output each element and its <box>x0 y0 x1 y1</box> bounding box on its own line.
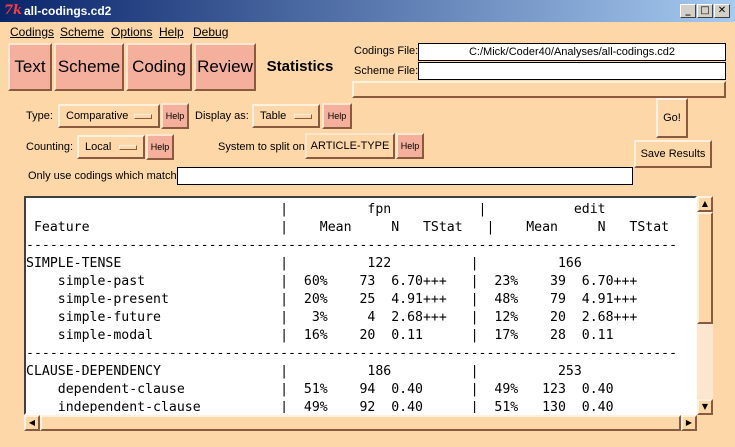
table-row: independent-clause | 49% 92 0.40 | 51% 1… <box>26 400 646 415</box>
type-select[interactable]: Comparative <box>58 104 160 128</box>
table-row: simple-present | 20% 25 4.91+++ | 48% 79… <box>26 292 646 307</box>
vertical-scroll-thumb[interactable] <box>697 212 713 324</box>
display-help-button[interactable]: Help <box>322 103 352 129</box>
counting-value: Local <box>85 141 112 153</box>
vertical-scrollbar[interactable]: ▲ ▼ <box>697 196 713 415</box>
section-total-row: CLAUSE-DEPENDENCY | 186 | 253 <box>26 364 582 379</box>
section-total-row: SIMPLE-TENSE | 122 | 166 <box>26 256 582 271</box>
select-indicator-icon <box>119 145 137 150</box>
header-separator: ----------------------------------------… <box>26 238 678 253</box>
close-button[interactable]: ✕ <box>714 4 730 18</box>
tab-review[interactable]: Review <box>194 43 256 91</box>
menu-debug[interactable]: Debug <box>193 25 228 39</box>
type-label: Type: <box>26 110 53 122</box>
match-filter-input[interactable] <box>177 167 633 185</box>
table-row: simple-future | 3% 4 2.68+++ | 12% 20 2.… <box>26 310 646 325</box>
section-separator: ----------------------------------------… <box>26 346 678 361</box>
group-header-row: | fpn | edit <box>26 202 693 217</box>
window-title: all-codings.cd2 <box>24 4 112 18</box>
tab-text[interactable]: Text <box>8 43 52 91</box>
table-row: dependent-clause | 51% 94 0.40 | 49% 123… <box>26 382 646 397</box>
horizontal-scrollbar[interactable]: ◀ ▶ <box>24 415 697 431</box>
counting-label: Counting: <box>26 141 74 153</box>
scroll-down-button[interactable]: ▼ <box>697 399 713 415</box>
display-as-select[interactable]: Table <box>252 104 320 128</box>
table-row: simple-modal | 16% 20 0.11 | 17% 28 0.11 <box>26 328 646 343</box>
menu-options[interactable]: Options <box>111 25 152 39</box>
scheme-file-field[interactable] <box>418 62 726 80</box>
tab-statistics[interactable]: Statistics <box>258 43 342 91</box>
split-on-label: System to split on: <box>218 141 308 153</box>
horizontal-scroll-thumb[interactable] <box>40 415 681 431</box>
results-report[interactable]: | fpn | edit Feature | Mean N TStat | Me… <box>24 196 697 415</box>
menu-help[interactable]: Help <box>159 25 184 39</box>
codings-file-field[interactable]: C:/Mick/Coder40/Analyses/all-codings.cd2 <box>418 43 726 61</box>
maximize-button[interactable]: □ <box>697 4 713 18</box>
scroll-up-button[interactable]: ▲ <box>697 196 713 212</box>
menu-bar: Codings Scheme Options Help Debug <box>0 22 735 40</box>
tab-coding[interactable]: Coding <box>126 43 192 91</box>
minimize-button[interactable]: _ <box>680 4 696 18</box>
display-as-label: Display as: <box>195 110 249 122</box>
app-icon: 7k <box>4 3 23 18</box>
display-as-value: Table <box>260 110 287 122</box>
type-select-value: Comparative <box>66 110 129 122</box>
tab-scheme[interactable]: Scheme <box>54 43 124 91</box>
split-help-button[interactable]: Help <box>396 133 424 159</box>
title-bar: 7k all-codings.cd2 _ □ ✕ <box>0 0 735 22</box>
menu-scheme[interactable]: Scheme <box>60 25 104 39</box>
save-results-button[interactable]: Save Results <box>634 140 712 168</box>
scroll-left-button[interactable]: ◀ <box>24 415 40 431</box>
split-on-select[interactable]: ARTICLE-TYPE <box>305 133 395 159</box>
counting-select[interactable]: Local <box>77 135 145 159</box>
column-header-row: Feature | Mean N TStat | Mean N TStat <box>26 220 670 235</box>
scroll-right-button[interactable]: ▶ <box>681 415 697 431</box>
type-help-button[interactable]: Help <box>161 103 189 129</box>
status-strip <box>352 81 726 98</box>
results-table: | fpn | edit Feature | Mean N TStat | Me… <box>26 201 693 415</box>
select-indicator-icon <box>294 114 312 119</box>
go-button[interactable]: Go! <box>656 98 688 138</box>
scheme-file-label: Scheme File: <box>354 65 419 77</box>
menu-codings[interactable]: Codings <box>10 25 54 39</box>
codings-file-label: Codings File: <box>354 45 419 57</box>
counting-help-button[interactable]: Help <box>146 134 174 160</box>
table-row: simple-past | 60% 73 6.70+++ | 23% 39 6.… <box>26 274 646 289</box>
match-filter-label: Only use codings which match: <box>28 170 180 182</box>
select-indicator-icon <box>134 114 152 119</box>
